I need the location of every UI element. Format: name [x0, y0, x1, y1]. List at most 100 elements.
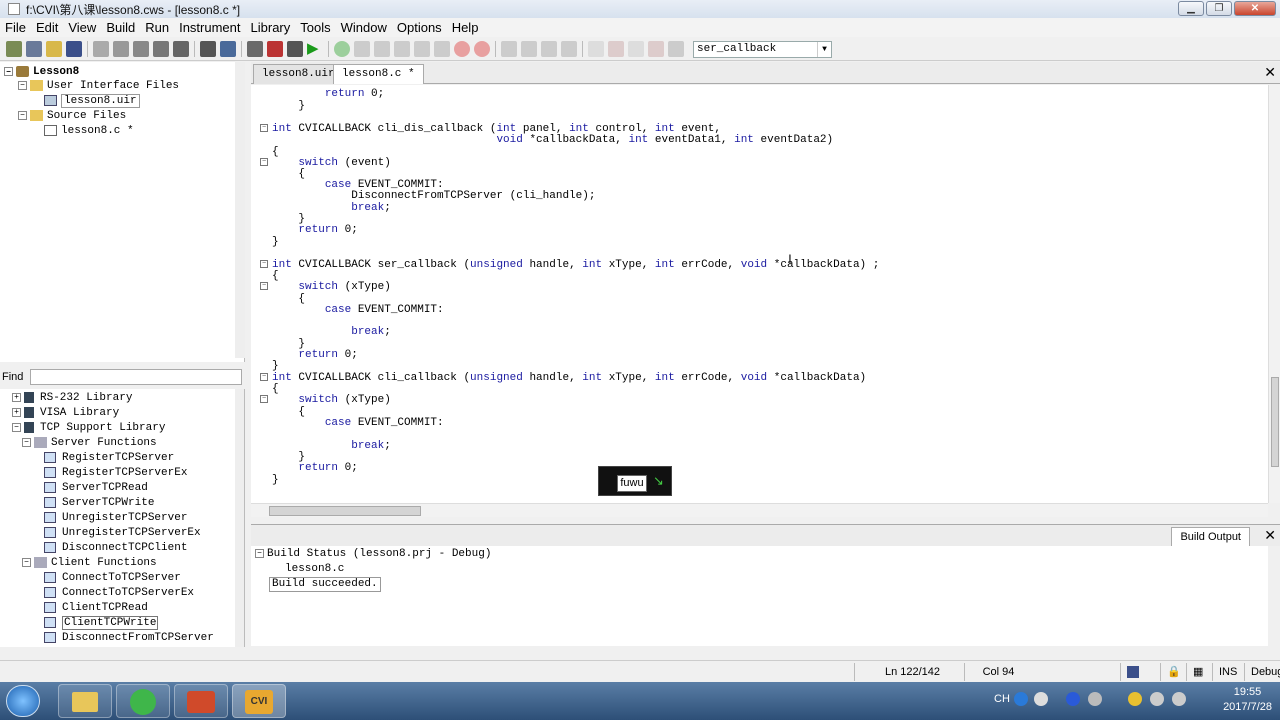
code-line[interactable]: break;	[272, 327, 391, 338]
menu-help[interactable]: Help	[447, 20, 484, 35]
project-root[interactable]: − Lesson8	[4, 64, 79, 79]
fn-registertcpserver[interactable]: RegisterTCPServer	[44, 451, 174, 466]
maximize-button[interactable]: ❐	[1206, 1, 1232, 16]
break-icon[interactable]	[434, 41, 450, 57]
library-visa[interactable]: + VISA Library	[12, 406, 119, 421]
fold-toggle[interactable]: −	[260, 124, 268, 132]
lang-icon[interactable]	[1034, 692, 1048, 706]
minimize-button[interactable]: ▁	[1178, 1, 1204, 16]
network-icon[interactable]	[1088, 692, 1102, 706]
code-line[interactable]: return 0;	[272, 225, 357, 236]
watch-icon[interactable]	[501, 41, 517, 57]
fn-connecttotcpserver[interactable]: ConnectToTCPServer	[44, 571, 181, 586]
project-tree-scrollbar[interactable]	[235, 62, 245, 358]
doc5-icon[interactable]	[668, 41, 684, 57]
step-over-icon[interactable]	[374, 41, 390, 57]
fn-clienttcpread[interactable]: ClientTCPRead	[44, 601, 148, 616]
security-icon[interactable]	[1128, 692, 1142, 706]
save-icon[interactable]	[66, 41, 82, 57]
ime-indicator[interactable]: CH	[994, 693, 1010, 705]
menu-view[interactable]: View	[63, 20, 101, 35]
function-select[interactable]: ser_callback ▼	[693, 41, 832, 58]
stop-icon[interactable]	[267, 41, 283, 57]
folder-ui-files[interactable]: − User Interface Files	[18, 79, 179, 94]
recorder-taskbar-button[interactable]	[174, 684, 228, 718]
help-icon[interactable]	[1066, 692, 1080, 706]
go-icon[interactable]	[334, 41, 350, 57]
chevron-down-icon[interactable]: ▼	[817, 42, 831, 57]
fold-toggle[interactable]: −	[260, 260, 268, 268]
fn-disconnecttcpclient[interactable]: DisconnectTCPClient	[44, 541, 187, 556]
tools-icon[interactable]	[561, 41, 577, 57]
menu-run[interactable]: Run	[140, 20, 174, 35]
redo-icon[interactable]	[173, 41, 189, 57]
start-button[interactable]	[6, 685, 40, 717]
menu-file[interactable]: File	[0, 20, 31, 35]
group-server-functions[interactable]: − Server Functions	[22, 436, 157, 451]
library-rs232[interactable]: + RS-232 Library	[12, 391, 132, 406]
editor-horizontal-scrollbar[interactable]	[251, 503, 1268, 517]
open-folder-icon[interactable]	[46, 41, 62, 57]
explorer-taskbar-button[interactable]	[58, 684, 112, 718]
undo-icon[interactable]	[153, 41, 169, 57]
ime-q-icon[interactable]	[1014, 692, 1028, 706]
cut-icon[interactable]	[93, 41, 109, 57]
code-line[interactable]: case EVENT_COMMIT:	[272, 305, 444, 316]
copy-icon[interactable]	[113, 41, 129, 57]
folder-source-files[interactable]: − Source Files	[18, 109, 126, 124]
code-line[interactable]: int CVICALLBACK cli_callback (unsigned h…	[272, 373, 866, 384]
library-tree-scrollbar[interactable]	[235, 389, 244, 647]
find-input[interactable]	[30, 369, 242, 385]
menu-window[interactable]: Window	[336, 20, 392, 35]
fn-disconnectfromtcpserver[interactable]: DisconnectFromTCPServer	[44, 631, 214, 646]
compile-icon[interactable]	[247, 41, 263, 57]
code-line[interactable]: switch (xType)	[272, 395, 390, 406]
menu-edit[interactable]: Edit	[31, 20, 63, 35]
close-tab-icon[interactable]: ✕	[1264, 64, 1276, 81]
tab-build-output[interactable]: Build Output	[1171, 527, 1250, 547]
fold-toggle[interactable]: −	[260, 373, 268, 381]
build-result[interactable]: Build succeeded.	[269, 577, 381, 592]
step-out-icon[interactable]	[394, 41, 410, 57]
find-icon[interactable]	[200, 41, 216, 57]
fn-clienttcpwrite[interactable]: ClientTCPWrite	[44, 616, 159, 631]
tab-lesson8-c[interactable]: lesson8.c *	[333, 64, 424, 84]
cvi-taskbar-button[interactable]: CVI	[232, 684, 286, 718]
fold-toggle[interactable]: −	[260, 395, 268, 403]
browser-taskbar-button[interactable]	[116, 684, 170, 718]
tab-lesson8-uir[interactable]: lesson8.uir	[253, 64, 344, 84]
memory-icon[interactable]	[541, 41, 557, 57]
fn-servertcpread[interactable]: ServerTCPRead	[44, 481, 148, 496]
fn-unregistertcpserver[interactable]: UnregisterTCPServer	[44, 511, 187, 526]
build-icon[interactable]	[287, 41, 303, 57]
build-file[interactable]: lesson8.c	[285, 562, 344, 577]
clock[interactable]: 19:55 2017/7/28	[1223, 685, 1272, 715]
group-client-functions[interactable]: − Client Functions	[22, 556, 157, 571]
new-file-icon[interactable]	[26, 41, 42, 57]
volume-icon[interactable]	[1172, 692, 1186, 706]
menu-options[interactable]: Options	[392, 20, 447, 35]
breakpoint-icon[interactable]	[474, 41, 490, 57]
fold-toggle[interactable]: −	[260, 158, 268, 166]
terminate-icon[interactable]	[454, 41, 470, 57]
code-line[interactable]: return 0;	[272, 463, 357, 474]
code-line[interactable]: switch (xType)	[272, 282, 390, 293]
editor-vertical-scrollbar[interactable]	[1268, 85, 1280, 503]
code-line[interactable]: case EVENT_COMMIT:	[272, 418, 444, 429]
run-icon[interactable]: ▶	[307, 41, 323, 57]
code-line[interactable]: }	[272, 237, 279, 248]
uir-icon[interactable]	[220, 41, 236, 57]
code-line[interactable]: void *callbackData, int eventData1, int …	[272, 135, 833, 146]
menu-tools[interactable]: Tools	[295, 20, 335, 35]
code-line[interactable]: return 0;	[272, 89, 384, 100]
variables-icon[interactable]	[521, 41, 537, 57]
menu-instrument[interactable]: Instrument	[174, 20, 245, 35]
fold-toggle[interactable]: −	[260, 282, 268, 290]
menu-library[interactable]: Library	[246, 20, 296, 35]
close-button[interactable]: ✕	[1234, 1, 1276, 16]
doc3-icon[interactable]	[628, 41, 644, 57]
continue-icon[interactable]	[414, 41, 430, 57]
doc2-icon[interactable]	[608, 41, 624, 57]
code-line[interactable]: }	[272, 101, 305, 112]
fn-connecttotcpserverex[interactable]: ConnectToTCPServerEx	[44, 586, 194, 601]
